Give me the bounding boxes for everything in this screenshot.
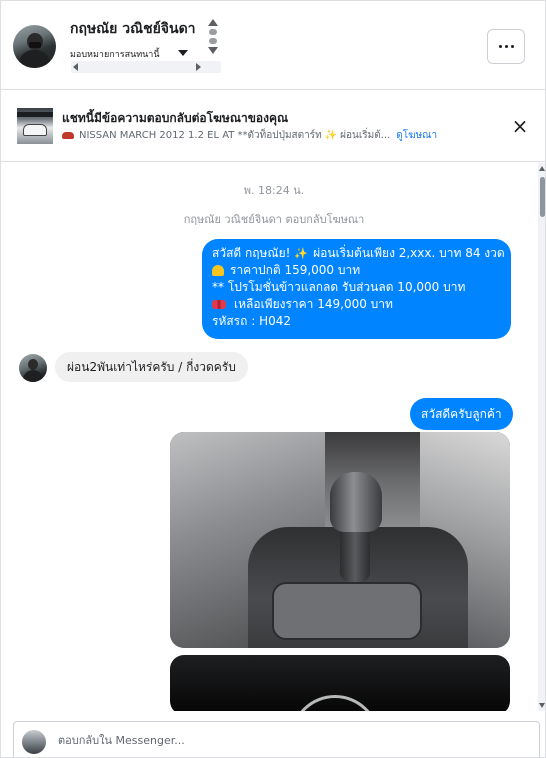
horizontal-scrollbar[interactable] (71, 61, 221, 73)
message-thread[interactable]: พ. 18:24 น. กฤษณัย วณิชย์จินดา ตอบกลับโฆ… (1, 163, 545, 711)
scroll-thumb[interactable] (209, 29, 217, 35)
ribbon-icon (212, 300, 226, 309)
incoming-message[interactable]: ผ่อน2พันเท่าไหร่ครับ / กี่งวดครับ (55, 352, 248, 382)
car-interior-photo[interactable] (170, 432, 510, 648)
message-text: เหลือเพียงราคา 149,000 บาท (234, 297, 393, 311)
ad-banner-title: แชทนี้มีข้อความตอบกลับต่อโฆษณาของคุณ (62, 111, 289, 125)
message-timestamp: พ. 18:24 น. (243, 184, 305, 197)
ad-snippet-text-2: ผ่อนเริ่มต้... (340, 130, 391, 141)
message-text: ผ่อนเริ่มต้นเพียง 2,xxx. บาท 84 งวด (313, 246, 505, 260)
reply-input[interactable] (58, 722, 528, 757)
message-text: สวัสดี กฤษณัย! (212, 246, 291, 260)
ad-reply-notice: กฤษณัย วณิชย์จินดา ตอบกลับโฆษณา (183, 213, 365, 226)
contact-name[interactable]: กฤษณัย วณิชย์จินดา (70, 18, 196, 40)
sparkles-icon: ✨ (294, 247, 309, 260)
name-scroll-arrows[interactable] (207, 19, 219, 59)
car-dashboard-photo[interactable] (170, 655, 510, 711)
scroll-right-icon[interactable] (196, 63, 201, 71)
ad-thumbnail[interactable] (17, 108, 53, 144)
caret-down-icon[interactable] (178, 50, 188, 56)
scroll-down-icon[interactable] (208, 47, 218, 54)
scroll-up-icon[interactable] (208, 19, 218, 26)
scroll-up-icon[interactable] (539, 166, 545, 171)
vertical-scrollbar[interactable] (538, 163, 545, 711)
message-text: ราคาปกติ 159,000 บาท (230, 263, 361, 277)
composer-box[interactable] (13, 721, 540, 757)
messenger-window: กฤษณัย วณิชย์จินดา มอบหมายการสนทนานี้ แช… (0, 0, 546, 758)
ad-banner-snippet: NISSAN MARCH 2012 1.2 EL AT **ตัวท็อปปุ่… (62, 128, 437, 143)
shifter-gate-shape (272, 582, 422, 640)
gear-knob-shape (330, 472, 382, 532)
message-text: ** โปรโมชั่นข้าวแลกลด รับส่วนลด 10,000 บ… (212, 280, 466, 294)
more-dot-icon (510, 45, 514, 48)
scroll-down-icon[interactable] (539, 703, 545, 708)
conversation-header: กฤษณัย วณิชย์จินดา มอบหมายการสนทนานี้ (1, 1, 545, 90)
view-ad-link[interactable]: ดูโฆษณา (396, 128, 437, 143)
scroll-thumb-2[interactable] (209, 38, 217, 44)
contact-avatar[interactable] (13, 25, 56, 68)
page-avatar (22, 730, 46, 754)
red-car-icon (62, 132, 74, 139)
more-options-button[interactable] (487, 29, 525, 64)
contact-avatar-small[interactable] (19, 354, 47, 382)
scroll-thumb[interactable] (540, 177, 545, 217)
outgoing-ad-message[interactable]: สวัสดี กฤษณัย! ✨ ผ่อนเริ่มต้นเพียง 2,xxx… (202, 239, 511, 339)
scroll-left-icon[interactable] (73, 63, 78, 71)
more-dot-icon (504, 45, 508, 48)
sparkles-icon: ✨ (324, 130, 338, 141)
gauge-shape (290, 695, 380, 711)
outgoing-reply-message[interactable]: สวัสดีครับลูกค้า (410, 398, 513, 430)
message-text: รหัสรถ : H042 (212, 314, 291, 328)
ad-snippet-text: NISSAN MARCH 2012 1.2 EL AT **ตัวท็อปปุ่… (79, 130, 322, 141)
message-composer (1, 711, 545, 757)
bell-icon (212, 265, 224, 276)
close-icon[interactable]: × (510, 116, 530, 136)
assign-conversation-dropdown[interactable]: มอบหมายการสนทนานี้ (70, 47, 160, 61)
more-dot-icon (498, 45, 502, 48)
